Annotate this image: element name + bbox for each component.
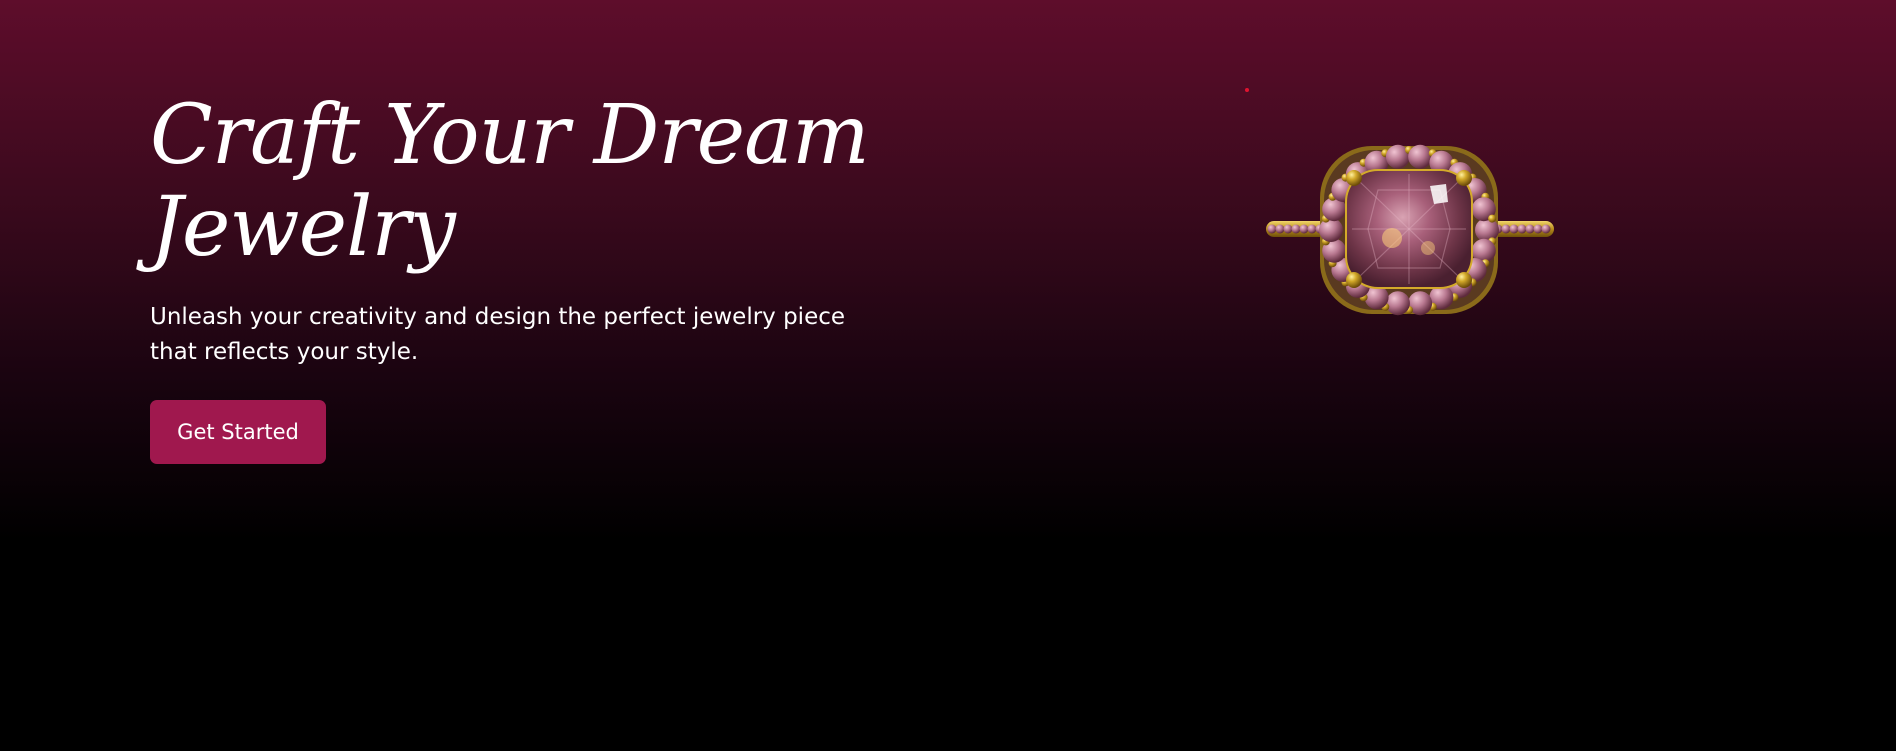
band-stone	[1291, 224, 1301, 234]
hero-section: Craft Your Dream Jewelry Unleash your cr…	[0, 0, 1896, 751]
band-stone	[1307, 224, 1317, 234]
hero-title: Craft Your Dream Jewelry	[150, 90, 910, 274]
band-stone	[1525, 224, 1535, 234]
halo-bead	[1488, 214, 1497, 223]
halo-stone	[1319, 218, 1343, 242]
band-stone	[1283, 224, 1293, 234]
band-stone	[1517, 224, 1527, 234]
band-stone	[1267, 224, 1277, 234]
halo-stone	[1475, 218, 1499, 242]
ring-image	[1260, 130, 1560, 330]
band-stone	[1541, 224, 1551, 234]
red-dot	[1245, 88, 1249, 92]
band-stone	[1501, 224, 1511, 234]
band-stone	[1533, 224, 1543, 234]
hero-subtitle: Unleash your creativity and design the p…	[150, 304, 846, 365]
halo-stone	[1408, 144, 1433, 169]
band-stone	[1509, 224, 1519, 234]
get-started-button[interactable]: Get Started	[150, 400, 326, 464]
hero-text-block: Craft Your Dream Jewelry Unleash your cr…	[150, 90, 910, 464]
hero-title-line-2: Jewelry	[150, 180, 456, 275]
ring-icon	[1266, 144, 1554, 316]
halo-stone	[1385, 291, 1410, 316]
hero-title-line-1: Craft Your Dream	[150, 88, 870, 183]
band-stone	[1275, 224, 1285, 234]
band-stone	[1299, 224, 1309, 234]
